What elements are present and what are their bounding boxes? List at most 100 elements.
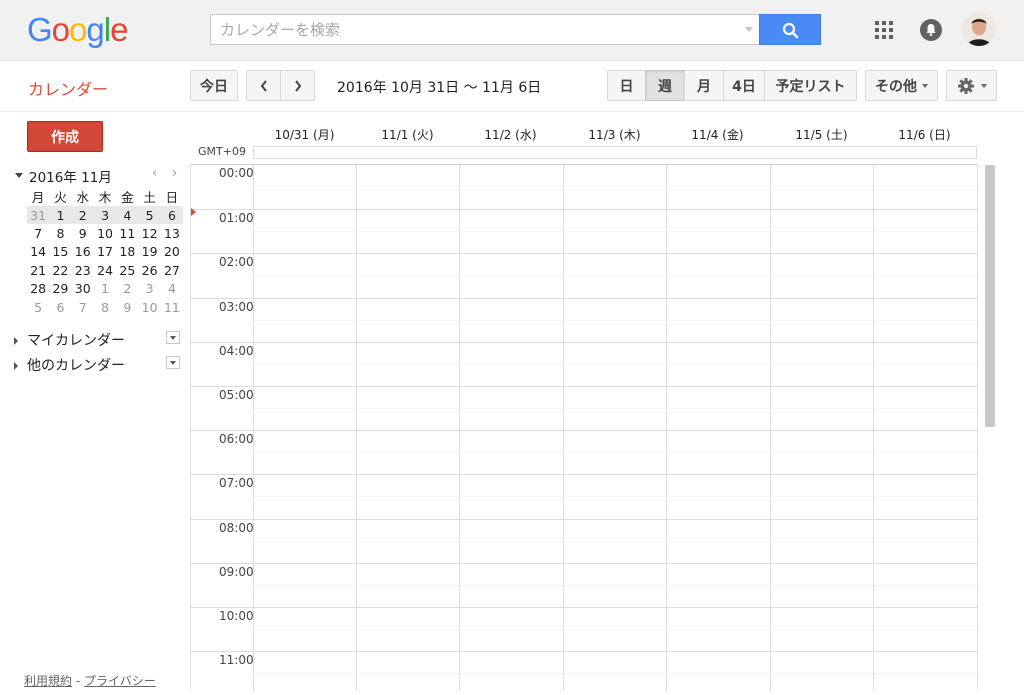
mini-day[interactable]: 23: [72, 261, 94, 279]
mini-day[interactable]: 7: [27, 224, 49, 242]
weekday-label: 木: [98, 190, 112, 205]
mini-day[interactable]: 10: [94, 224, 116, 242]
google-logo[interactable]: Google: [27, 11, 128, 49]
create-event-button[interactable]: 作成: [27, 121, 103, 152]
hour-label: 11:00: [219, 653, 254, 668]
other-calendars-section[interactable]: 他のカレンダー: [14, 355, 125, 375]
mini-day[interactable]: 9: [72, 224, 94, 242]
mini-day[interactable]: 13: [161, 224, 183, 242]
chevron-left-icon: [260, 79, 267, 92]
hour-row: 08:00: [191, 518, 977, 563]
mini-prev-month-icon[interactable]: ‹: [152, 166, 157, 181]
mini-day[interactable]: 30: [72, 280, 94, 298]
mini-day[interactable]: 15: [49, 243, 71, 261]
hour-row: 10:00: [191, 607, 977, 651]
day-header[interactable]: 11/3 (木): [563, 126, 666, 143]
mini-week-row: 31 1 2 3 4 5 6: [27, 206, 184, 225]
view-day-button[interactable]: 日: [607, 70, 646, 101]
search-input[interactable]: [211, 15, 731, 44]
mini-day[interactable]: 4: [161, 280, 183, 298]
hour-row: 05:00: [191, 386, 977, 430]
next-week-button[interactable]: [280, 70, 315, 101]
mini-day[interactable]: 31: [27, 206, 50, 225]
day-header[interactable]: 11/6 (日): [873, 126, 976, 143]
mini-day[interactable]: 27: [161, 261, 183, 279]
mini-day[interactable]: 26: [138, 261, 160, 279]
day-header[interactable]: 11/2 (水): [459, 126, 562, 143]
mini-day[interactable]: 3: [93, 206, 117, 225]
day-header[interactable]: 11/1 (火): [356, 126, 459, 143]
mini-day[interactable]: 17: [94, 243, 116, 261]
date-range-label: 2016年 10月 31日 〜 11月 6日: [337, 80, 542, 96]
mini-week-row: 7 8 9 10 11 12 13: [27, 224, 183, 242]
today-button[interactable]: 今日: [190, 70, 238, 101]
terms-link[interactable]: 利用規約: [24, 674, 72, 688]
mini-day[interactable]: 24: [94, 261, 116, 279]
privacy-link[interactable]: プライバシー: [84, 674, 156, 688]
mini-day[interactable]: 10: [138, 298, 160, 316]
view-week-button[interactable]: 週: [645, 70, 685, 101]
mini-day[interactable]: 9: [116, 298, 138, 316]
time-grid[interactable]: 00:00 01:00 02:00 03:00 04:00 05:00 06:0…: [190, 164, 978, 690]
more-dropdown-button[interactable]: その他: [865, 70, 938, 101]
mini-day[interactable]: 4: [116, 206, 139, 225]
mini-day[interactable]: 2: [71, 206, 94, 225]
mini-day[interactable]: 6: [49, 298, 71, 316]
notifications-bell-icon[interactable]: [920, 19, 942, 41]
chevron-down-icon: [981, 83, 987, 88]
mini-week-row: 5 6 7 8 9 10 11: [27, 298, 183, 316]
collapse-triangle-icon[interactable]: [15, 173, 23, 178]
mini-day[interactable]: 11: [116, 224, 138, 242]
mini-next-month-icon[interactable]: ›: [172, 166, 177, 181]
view-4day-button[interactable]: 4日: [723, 70, 765, 101]
my-calendars-section[interactable]: マイカレンダー: [14, 330, 125, 350]
day-column-line: [356, 165, 357, 690]
day-column-line: [666, 165, 667, 690]
mini-calendar-month[interactable]: 2016年 11月: [29, 166, 112, 186]
day-column-line: [770, 165, 771, 690]
hour-label: 02:00: [219, 255, 254, 270]
mini-day[interactable]: 1: [49, 206, 72, 225]
expand-triangle-icon: [14, 362, 18, 370]
view-agenda-button[interactable]: 予定リスト: [764, 70, 857, 101]
week-grid: 10/31 (月) 11/1 (火) 11/2 (水) 11/3 (木) 11/…: [190, 118, 978, 690]
mini-day[interactable]: 28: [27, 280, 49, 298]
other-calendars-menu-icon[interactable]: [166, 356, 180, 369]
all-day-row[interactable]: [253, 146, 977, 159]
apps-grid-icon[interactable]: [875, 21, 893, 39]
mini-day[interactable]: 11: [161, 298, 183, 316]
day-header[interactable]: 10/31 (月): [253, 126, 356, 143]
mini-day[interactable]: 1: [94, 280, 116, 298]
my-calendars-menu-icon[interactable]: [166, 331, 180, 344]
settings-button[interactable]: [946, 70, 997, 101]
mini-day[interactable]: 16: [72, 243, 94, 261]
mini-day[interactable]: 22: [49, 261, 71, 279]
mini-day[interactable]: 2: [116, 280, 138, 298]
mini-day[interactable]: 7: [72, 298, 94, 316]
mini-day[interactable]: 21: [27, 261, 49, 279]
day-header[interactable]: 11/5 (土): [770, 126, 873, 143]
mini-day[interactable]: 8: [49, 224, 71, 242]
view-month-button[interactable]: 月: [684, 70, 724, 101]
mini-day[interactable]: 6: [160, 206, 184, 225]
mini-day[interactable]: 19: [138, 243, 160, 261]
mini-day[interactable]: 8: [94, 298, 116, 316]
search-options-dropdown-icon[interactable]: [745, 27, 753, 32]
mini-day[interactable]: 25: [116, 261, 138, 279]
mini-day[interactable]: 3: [138, 280, 160, 298]
day-header[interactable]: 11/4 (金): [666, 126, 769, 143]
mini-day[interactable]: 12: [138, 224, 160, 242]
mini-day[interactable]: 20: [161, 243, 183, 261]
mini-day[interactable]: 18: [116, 243, 138, 261]
user-avatar[interactable]: [962, 12, 996, 46]
search-button[interactable]: [759, 14, 821, 45]
gear-icon: [958, 77, 974, 94]
mini-day[interactable]: 14: [27, 243, 49, 261]
grid-scrollbar[interactable]: [985, 165, 995, 427]
hour-label: 05:00: [219, 388, 254, 402]
prev-week-button[interactable]: [246, 70, 281, 101]
mini-day[interactable]: 5: [27, 298, 49, 316]
mini-day[interactable]: 5: [138, 206, 161, 225]
day-column-line: [253, 165, 254, 690]
mini-day[interactable]: 29: [49, 280, 71, 298]
